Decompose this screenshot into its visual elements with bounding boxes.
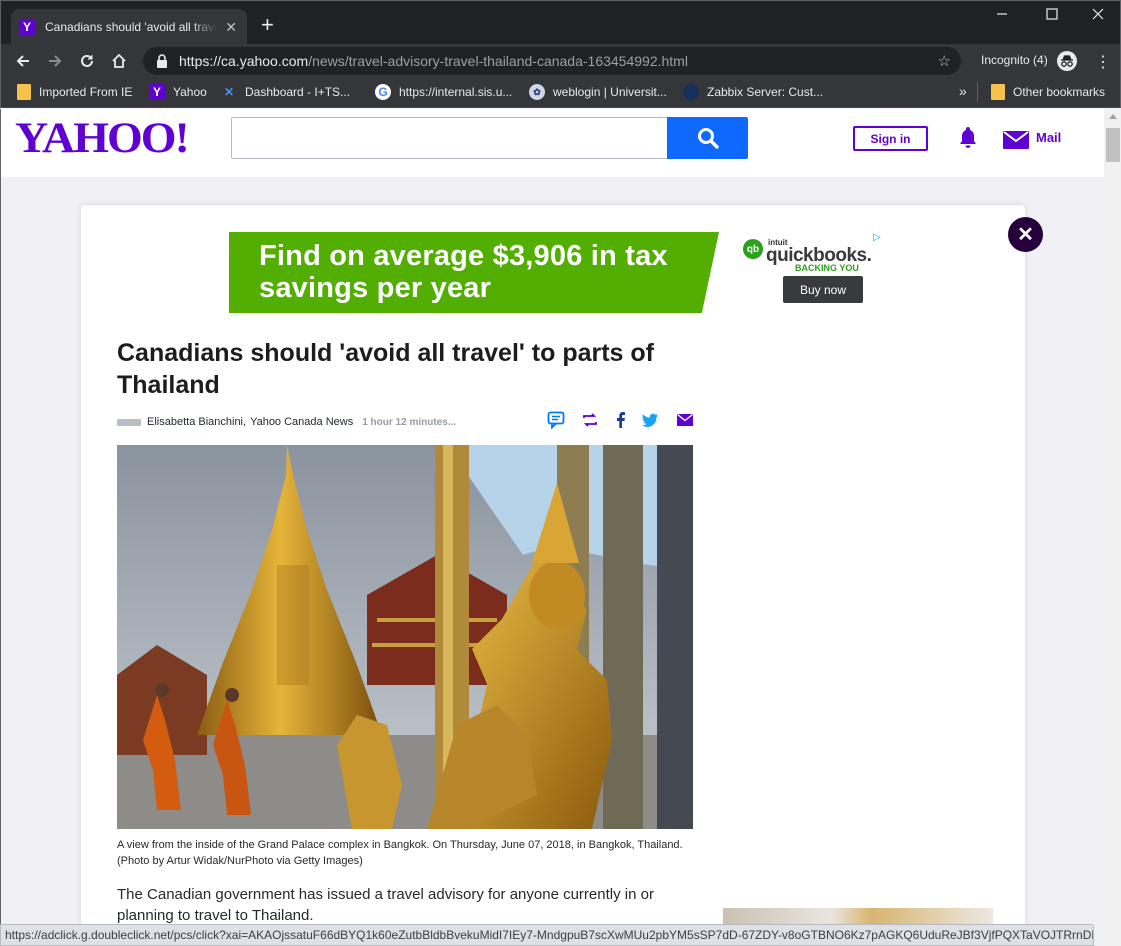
photo-caption: A view from the inside of the Grand Pala…: [117, 839, 683, 867]
page-scrollbar[interactable]: [1104, 109, 1121, 946]
ad-headline-line1: Find on average $3,906 in tax: [259, 240, 668, 272]
bookmark-label: Imported From IE: [39, 85, 133, 99]
dashboard-icon: ✕: [223, 85, 235, 99]
bookmark-star-icon[interactable]: ☆: [938, 52, 951, 70]
notification-bell-icon[interactable]: [957, 125, 979, 154]
ad-banner[interactable]: Find on average $3,906 in tax savings pe…: [229, 232, 719, 313]
mail-envelope-icon[interactable]: [1003, 131, 1029, 154]
incognito-label[interactable]: Incognito (4): [981, 53, 1048, 67]
address-bar[interactable]: https://ca.yahoo.com/news/travel-advisor…: [143, 47, 961, 75]
scrollbar-thumb[interactable]: [1106, 128, 1120, 162]
browser-tab-active[interactable]: Y Canadians should 'avoid all travel' to…: [11, 9, 247, 45]
tab-close-icon[interactable]: ✕: [223, 19, 239, 36]
back-arrow-icon[interactable]: [11, 49, 35, 73]
url-path: /news/travel-advisory-travel-thailand-ca…: [308, 53, 688, 69]
university-icon: ✿: [529, 84, 545, 100]
bookmark-label: Zabbix Server: Cust...: [707, 85, 824, 99]
minimize-window-icon[interactable]: [987, 7, 1017, 25]
article-paragraph: The Canadian government has issued a tra…: [117, 886, 654, 924]
search-input[interactable]: [231, 117, 667, 159]
adchoices-icon[interactable]: ▷: [873, 232, 881, 243]
search-button[interactable]: [667, 117, 748, 159]
sign-in-button[interactable]: Sign in: [853, 126, 928, 151]
bookmarks-bar: Imported From IE Y Yahoo ✕ Dashboard - I…: [0, 78, 1121, 108]
close-window-icon[interactable]: [1083, 7, 1113, 25]
browser-toolbar: https://ca.yahoo.com/news/travel-advisor…: [0, 44, 1121, 78]
forward-arrow-icon[interactable]: [43, 49, 67, 73]
other-bookmarks-label: Other bookmarks: [1013, 85, 1106, 99]
ad-headline-line2: savings per year: [259, 272, 492, 304]
reload-icon[interactable]: [75, 49, 99, 73]
article-byline: Elisabetta Bianchini, Yahoo Canada News …: [117, 416, 456, 428]
bookmarks-overflow-chevron[interactable]: »: [959, 83, 967, 99]
yahoo-header: YAHOO! Sign in Mail: [1, 109, 1104, 177]
email-share-icon[interactable]: [677, 413, 693, 431]
yahoo-favicon-icon: Y: [19, 19, 35, 35]
zabbix-icon: [683, 84, 699, 100]
bookmark-zabbix[interactable]: Zabbix Server: Cust...: [683, 84, 823, 100]
tab-strip: Y Canadians should 'avoid all travel' to…: [0, 0, 1121, 45]
bookmark-label: https://internal.sis.u...: [399, 85, 513, 99]
buy-now-button[interactable]: Buy now: [783, 276, 863, 303]
folder-icon: [17, 84, 31, 100]
bookmark-label: weblogin | Universit...: [553, 85, 667, 99]
mail-link[interactable]: Mail: [1036, 130, 1061, 145]
url-host: https://ca.yahoo.com: [179, 53, 309, 69]
source-name[interactable]: Yahoo Canada News: [250, 416, 353, 428]
folder-icon: [991, 84, 1005, 100]
close-modal-button[interactable]: ✕: [1008, 217, 1043, 252]
bookmark-internal-sis[interactable]: G https://internal.sis.u...: [375, 84, 512, 100]
author-name[interactable]: Elisabetta Bianchini,: [147, 416, 246, 428]
scroll-up-arrow-icon[interactable]: [1109, 114, 1117, 119]
source-logo: [117, 418, 141, 426]
quickbooks-mark-icon: qb: [743, 239, 763, 259]
comments-icon[interactable]: [547, 411, 565, 434]
incognito-icon[interactable]: [1057, 51, 1077, 71]
url-text: https://ca.yahoo.com/news/travel-advisor…: [179, 53, 688, 69]
quickbooks-tagline: BACKING YOU: [795, 263, 859, 273]
other-bookmarks[interactable]: Other bookmarks: [991, 84, 1105, 100]
yahoo-logo[interactable]: YAHOO!: [15, 112, 190, 162]
home-icon[interactable]: [107, 49, 131, 73]
publish-time: 1 hour 12 minutes...: [362, 416, 457, 428]
search-icon: [697, 128, 719, 149]
article-headline: Canadians should 'avoid all travel' to p…: [117, 339, 654, 399]
bookmark-imported-from-ie[interactable]: Imported From IE: [17, 84, 132, 100]
link-status-bar: https://adclick.g.doubleclick.net/pcs/cl…: [0, 924, 1094, 946]
reblog-icon[interactable]: [581, 411, 599, 434]
bookmark-weblogin[interactable]: ✿ weblogin | Universit...: [529, 84, 667, 100]
yahoo-icon: Y: [149, 84, 165, 100]
tab-title: Canadians should 'avoid all travel' to p…: [45, 20, 217, 34]
lock-icon: [157, 54, 167, 68]
google-icon: G: [375, 84, 391, 100]
bookmarks-divider: [977, 82, 978, 102]
twitter-icon[interactable]: [641, 411, 659, 434]
article-photo[interactable]: [117, 445, 693, 829]
new-tab-button[interactable]: +: [261, 14, 274, 36]
bookmark-label: Yahoo: [173, 85, 207, 99]
facebook-icon[interactable]: [613, 411, 627, 434]
chrome-menu-icon[interactable]: ⋮: [1095, 52, 1111, 72]
maximize-window-icon[interactable]: [1037, 7, 1067, 25]
bookmark-label: Dashboard - I+TS...: [245, 85, 351, 99]
bookmark-yahoo[interactable]: Y Yahoo: [149, 84, 207, 100]
article-modal: Find on average $3,906 in tax savings pe…: [81, 205, 1025, 946]
web-page: YAHOO! Sign in Mail Find on average $3,9…: [0, 109, 1121, 946]
bookmark-dashboard[interactable]: ✕ Dashboard - I+TS...: [221, 84, 350, 100]
